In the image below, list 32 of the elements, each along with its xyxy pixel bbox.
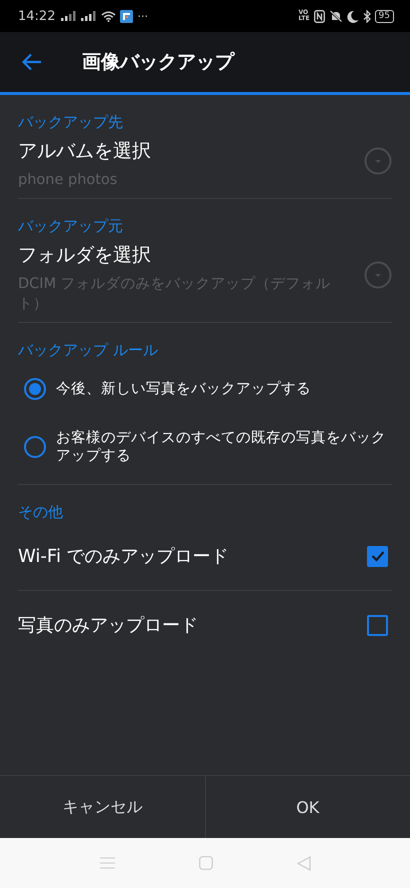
nfc-icon [314,10,325,22]
bluetooth-icon [362,10,371,22]
battery-indicator: 95 [374,10,394,22]
signal-icon [61,11,78,21]
page-title: 画像バックアップ [82,50,234,75]
option-label: Wi-Fi でのみアップロード [18,545,229,568]
signal-icon [81,11,98,21]
wifi-icon [101,10,116,22]
radio-button[interactable] [24,436,46,458]
radio-label: 今後、新しい写真をバックアップする [56,380,311,398]
check-icon [370,550,384,562]
moon-icon [346,10,359,22]
picker-label: フォルダを選択 [18,243,152,268]
picker-label: アルバムを選択 [18,139,152,164]
checkbox[interactable] [367,614,388,636]
section-heading: バックアップ ルール [18,340,159,360]
radio-option[interactable]: 今後、新しい写真をバックアップする [18,360,392,418]
radio-button[interactable] [24,378,46,400]
dropdown-icon [364,261,392,289]
checkbox[interactable] [367,546,388,566]
section-heading: バックアップ元 [18,216,124,236]
more-indicator: ··· [137,10,148,22]
app-icon [120,10,134,22]
radio-option[interactable]: お客様のデバイスのすべての既存の写真をバックアップする [18,418,392,476]
section-heading: バックアップ先 [18,112,124,132]
dropdown-icon [364,147,392,175]
section-heading: その他 [18,502,64,522]
option-label: 写真のみアップロード [18,614,198,637]
muted-bell-icon [328,10,343,22]
status-time: 14:22 [18,8,56,24]
back-arrow-icon[interactable] [22,53,42,71]
radio-label: お客様のデバイスのすべての既存の写真をバックアップする [56,429,387,465]
